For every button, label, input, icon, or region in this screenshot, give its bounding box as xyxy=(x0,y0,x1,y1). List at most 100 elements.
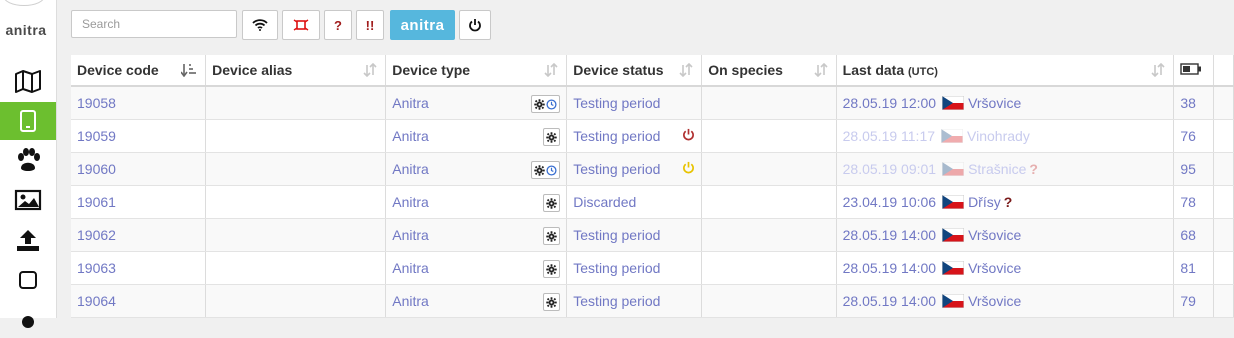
col-on-species-label: On species xyxy=(708,62,783,78)
sidebar-item-square[interactable] xyxy=(0,261,56,299)
device-code-cell[interactable]: 19061 xyxy=(71,185,207,219)
col-last-data[interactable]: Last data (UTC) xyxy=(836,55,1175,87)
last-data-cell[interactable]: 28.05.19 09:01 Strašnice? xyxy=(836,152,1175,186)
last-data-cell[interactable]: 28.05.19 14:00 Vršovice xyxy=(836,251,1175,285)
col-device-alias[interactable]: Device alias xyxy=(205,55,387,87)
clock-icon xyxy=(546,164,557,176)
col-device-type[interactable]: Device type xyxy=(385,55,568,87)
device-type-text: Anitra xyxy=(392,95,429,111)
on-species-cell xyxy=(701,284,837,318)
col-device-type-label: Device type xyxy=(392,62,471,78)
last-data-location[interactable]: Dřísy xyxy=(968,194,1001,210)
last-data-location[interactable]: Vršovice xyxy=(968,260,1021,276)
config-button[interactable] xyxy=(543,128,561,146)
device-code-link[interactable]: 19060 xyxy=(77,161,116,177)
power-icon xyxy=(469,19,481,32)
device-type-cell: Anitra xyxy=(385,152,568,186)
extra-cell xyxy=(1213,185,1234,219)
last-data-location[interactable]: Vinohrady xyxy=(967,128,1030,144)
unknown-mark: ? xyxy=(1003,194,1013,210)
sidebar-item-user[interactable] xyxy=(0,300,56,338)
device-code-link[interactable]: 19064 xyxy=(77,293,116,309)
czech-flag-icon xyxy=(941,129,964,143)
device-code-link[interactable]: 19061 xyxy=(77,194,116,210)
last-data-cell[interactable]: 28.05.19 12:00 Vršovice xyxy=(836,86,1175,120)
device-code-cell[interactable]: 19060 xyxy=(71,152,207,186)
device-code-cell[interactable]: 19059 xyxy=(71,119,207,153)
device-code-cell[interactable]: 19058 xyxy=(71,86,207,120)
col-device-status[interactable]: Device status xyxy=(566,55,703,87)
device-code-cell[interactable]: 19064 xyxy=(71,284,207,318)
on-species-cell xyxy=(701,86,837,120)
device-code-link[interactable]: 19058 xyxy=(77,95,116,111)
device-code-link[interactable]: 19062 xyxy=(77,227,116,243)
last-data-time: 28.05.19 14:00 xyxy=(842,260,937,276)
wifi-button[interactable] xyxy=(242,10,278,40)
brand-text: anitra xyxy=(5,22,47,38)
help-button[interactable]: ? xyxy=(324,10,352,40)
table-row[interactable]: 19061 Anitra Discarded 23.04.19 10:06 Dřísy?… xyxy=(71,185,1234,219)
search-input[interactable] xyxy=(71,10,237,38)
anitra-label: anitra xyxy=(400,16,445,34)
config-button[interactable] xyxy=(543,293,561,311)
device-code-cell[interactable]: 19063 xyxy=(71,251,207,285)
table-row[interactable]: 19060 Anitra Testing period 28.05.19 09:01 S… xyxy=(71,152,1234,186)
config-button[interactable] xyxy=(543,260,561,278)
device-status-text: Testing period xyxy=(573,293,661,309)
table-row[interactable]: 19058 Anitra Testing period 28.05.19 12:00 V… xyxy=(71,86,1234,120)
table-row[interactable]: 19059 Anitra Testing period 28.05.19 11:17 V… xyxy=(71,119,1234,153)
sim-button[interactable] xyxy=(282,10,320,40)
last-data-cell[interactable]: 28.05.19 14:00 Vršovice xyxy=(836,218,1175,252)
anitra-button[interactable]: anitra xyxy=(390,10,455,40)
table-row[interactable]: 19063 Anitra Testing period 28.05.19 14:00 V… xyxy=(71,251,1234,285)
device-code-link[interactable]: 19059 xyxy=(77,128,116,144)
last-data-cell[interactable]: 28.05.19 11:17 Vinohrady xyxy=(836,119,1175,153)
battery-value: 78 xyxy=(1180,194,1196,210)
last-data-time: 28.05.19 09:01 xyxy=(842,161,937,177)
last-data-cell[interactable]: 28.05.19 14:00 Vršovice xyxy=(836,284,1175,318)
config-button[interactable] xyxy=(531,161,561,179)
alert-label: !! xyxy=(365,17,375,33)
device-type-text: Anitra xyxy=(392,260,429,276)
device-alias-cell xyxy=(205,86,387,120)
extra-cell xyxy=(1213,218,1234,252)
upload-icon xyxy=(17,230,39,251)
last-data-cell[interactable]: 23.04.19 10:06 Dřísy? xyxy=(836,185,1175,219)
brand-logo[interactable]: anitra xyxy=(0,22,52,38)
power-button[interactable] xyxy=(459,10,491,40)
alert-button[interactable]: !! xyxy=(356,10,384,40)
device-code-cell[interactable]: 19062 xyxy=(71,218,207,252)
col-battery[interactable] xyxy=(1173,55,1215,87)
square-icon xyxy=(19,271,37,289)
czech-flag-icon xyxy=(942,228,965,242)
table-header: Device code Device alias Device type Dev… xyxy=(71,55,1234,87)
col-device-code[interactable]: Device code xyxy=(71,55,207,87)
battery-cell: 38 xyxy=(1173,86,1215,120)
device-status-text: Testing period xyxy=(573,260,661,276)
battery-value: 95 xyxy=(1180,161,1196,177)
sidebar-item-upload[interactable] xyxy=(0,221,56,259)
config-button[interactable] xyxy=(543,194,561,212)
battery-icon xyxy=(1180,63,1202,75)
sidebar-item-animals[interactable] xyxy=(0,141,56,179)
device-status-cell: Discarded xyxy=(566,185,703,219)
sidebar-item-devices[interactable] xyxy=(0,102,56,140)
sort-icon xyxy=(1151,63,1165,77)
device-code-link[interactable]: 19063 xyxy=(77,260,116,276)
table-row[interactable]: 19064 Anitra Testing period 28.05.19 14:00 V… xyxy=(71,284,1234,318)
table-row[interactable]: 19062 Anitra Testing period 28.05.19 14:00 V… xyxy=(71,218,1234,252)
config-button[interactable] xyxy=(543,227,561,245)
config-button[interactable] xyxy=(531,95,561,113)
last-data-location[interactable]: Strašnice xyxy=(968,161,1026,177)
last-data-location[interactable]: Vršovice xyxy=(968,95,1021,111)
device-status-cell: Testing period xyxy=(566,251,703,285)
last-data-time: 23.04.19 10:06 xyxy=(842,194,937,210)
gear-icon xyxy=(534,98,545,110)
sidebar-item-gallery[interactable] xyxy=(0,181,56,219)
power-off-indicator xyxy=(682,128,695,144)
last-data-location[interactable]: Vršovice xyxy=(968,227,1021,243)
col-device-code-label: Device code xyxy=(77,62,159,78)
last-data-location[interactable]: Vršovice xyxy=(968,293,1021,309)
sidebar-item-map[interactable] xyxy=(0,62,56,100)
col-on-species[interactable]: On species xyxy=(701,55,837,87)
